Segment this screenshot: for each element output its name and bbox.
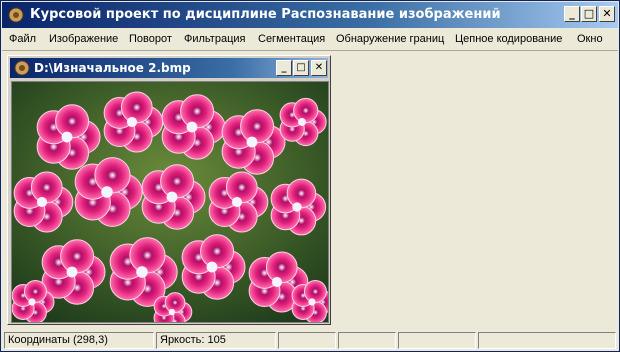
child-minimize-button[interactable]: _ xyxy=(276,60,292,76)
status-panel-6 xyxy=(478,332,616,349)
status-bar: Координаты (298,3) Яркость: 105 xyxy=(2,331,618,351)
status-panel-4 xyxy=(338,332,396,349)
child-close-button[interactable]: ✕ xyxy=(311,60,327,76)
minimize-icon: _ xyxy=(281,62,287,73)
menu-file[interactable]: Файл xyxy=(9,33,36,45)
image-child-window[interactable]: D:\Изначальное 2.bmp _ □ ✕ xyxy=(7,55,331,325)
menu-rotate[interactable]: Поворот xyxy=(129,33,172,45)
close-icon: ✕ xyxy=(602,7,612,20)
child-window-title: D:\Изначальное 2.bmp xyxy=(34,61,191,75)
status-panel-5 xyxy=(398,332,476,349)
app-icon[interactable] xyxy=(14,60,30,76)
menu-segmentation[interactable]: Сегментация xyxy=(258,33,325,45)
menu-filter[interactable]: Фильтрация xyxy=(184,33,245,45)
maximize-icon: □ xyxy=(296,62,306,73)
title-bar[interactable]: Курсовой проект по дисциплине Распознава… xyxy=(2,2,618,28)
status-coordinates: Координаты (298,3) xyxy=(4,332,154,349)
menu-window[interactable]: Окно xyxy=(577,33,603,45)
maximize-icon: □ xyxy=(583,7,595,20)
maximize-button[interactable]: □ xyxy=(581,6,597,22)
child-title-bar[interactable]: D:\Изначальное 2.bmp _ □ ✕ xyxy=(10,58,328,78)
close-button[interactable]: ✕ xyxy=(599,6,615,22)
minimize-icon: _ xyxy=(569,7,575,20)
window-title: Курсовой проект по дисциплине Распознава… xyxy=(30,7,501,22)
main-window: Курсовой проект по дисциплине Распознава… xyxy=(0,0,620,352)
child-maximize-button[interactable]: □ xyxy=(293,60,309,76)
app-icon[interactable] xyxy=(8,7,24,23)
menu-bar: Файл Изображение Поворот Фильтрация Сегм… xyxy=(2,29,618,49)
menu-edge-detection[interactable]: Обнаружение границ xyxy=(336,33,444,45)
status-brightness: Яркость: 105 xyxy=(156,332,276,349)
image-canvas[interactable] xyxy=(11,81,329,323)
flower-photo[interactable] xyxy=(12,82,328,322)
close-icon: ✕ xyxy=(314,62,324,73)
menu-chain-coding[interactable]: Цепное кодирование xyxy=(455,33,562,45)
status-panel-3 xyxy=(278,332,336,349)
menu-image[interactable]: Изображение xyxy=(49,33,118,45)
minimize-button[interactable]: _ xyxy=(564,6,580,22)
